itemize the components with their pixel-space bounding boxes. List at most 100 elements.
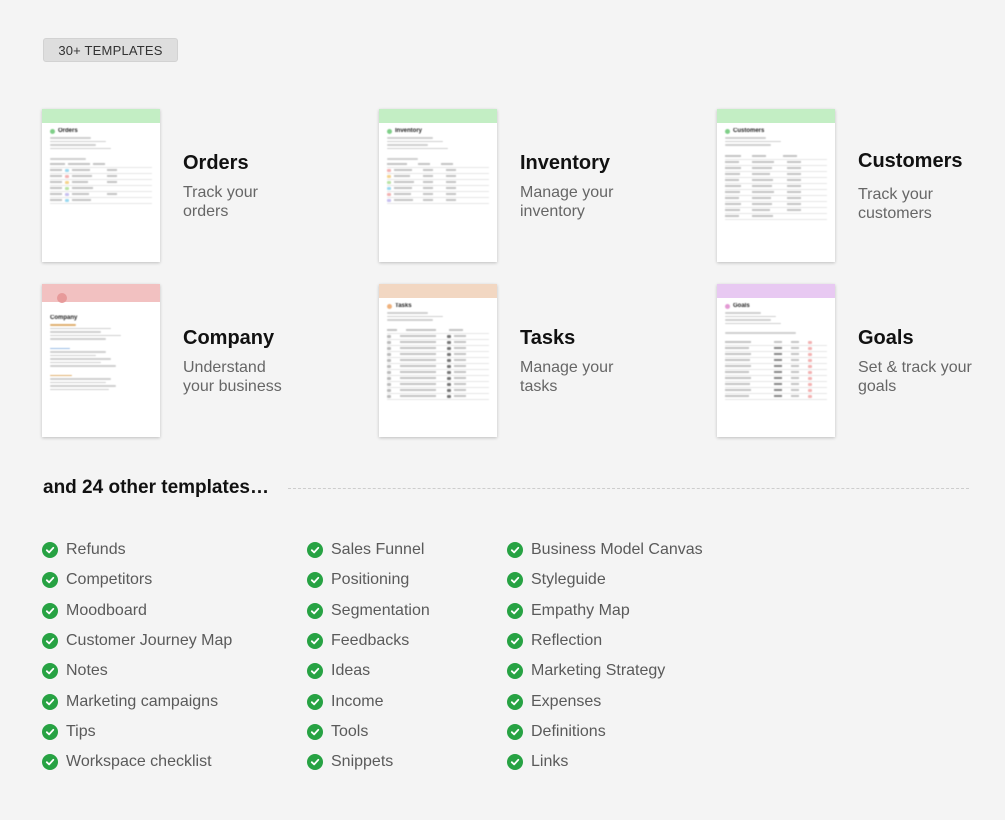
template-list-item[interactable]: Notes — [42, 656, 232, 686]
template-list-item[interactable]: Reflection — [507, 626, 703, 656]
templates-count-badge: 30+ TEMPLATES — [43, 38, 178, 62]
template-title[interactable]: Company — [183, 327, 274, 350]
template-thumbnail-customers[interactable]: Customers — [717, 109, 835, 262]
template-list-item[interactable]: Marketing campaigns — [42, 686, 232, 716]
thumbnail-title: Goals — [725, 303, 827, 309]
thumbnail-title: Inventory — [387, 128, 489, 134]
thumbnail-title-text: Goals — [733, 303, 750, 309]
template-list-item-label: Links — [531, 753, 569, 771]
template-card-goals[interactable]: Goals Goals Set & track your goals — [717, 284, 1005, 439]
template-list-item[interactable]: Customer Journey Map — [42, 626, 232, 656]
template-list-item[interactable]: Ideas — [307, 656, 430, 686]
template-list-item-label: Expenses — [531, 692, 602, 710]
template-list-item-label: Marketing campaigns — [66, 692, 219, 710]
template-title[interactable]: Tasks — [520, 327, 575, 350]
template-list-item[interactable]: Styleguide — [507, 565, 703, 595]
check-circle-icon — [307, 572, 323, 589]
thumbnail-page-icon — [50, 128, 55, 134]
template-list-item-label: Styleguide — [531, 571, 606, 589]
check-circle-icon — [42, 572, 58, 589]
check-circle-icon — [42, 723, 58, 740]
check-circle-icon — [307, 602, 323, 619]
template-card-customers[interactable]: Customers Customers Track your customers — [717, 109, 1005, 264]
check-circle-icon — [507, 572, 523, 589]
template-list-item[interactable]: Empathy Map — [507, 596, 703, 626]
template-title[interactable]: Inventory — [520, 152, 610, 175]
template-list-item[interactable]: Positioning — [307, 565, 430, 595]
template-title[interactable]: Customers — [858, 150, 962, 173]
template-thumbnail-orders[interactable]: Orders — [42, 109, 160, 262]
template-description: Track your customers — [858, 186, 933, 222]
template-thumbnail-tasks[interactable]: Tasks — [379, 284, 497, 437]
thumbnail-title: Tasks — [387, 303, 489, 309]
check-circle-icon — [42, 693, 58, 710]
template-list-item[interactable]: Segmentation — [307, 596, 430, 626]
template-list-item-label: Snippets — [331, 753, 394, 771]
thumbnail-header-bar — [717, 284, 835, 298]
template-title[interactable]: Orders — [183, 152, 249, 175]
template-list-item[interactable]: Sales Funnel — [307, 535, 430, 565]
template-list-item[interactable]: Tips — [42, 717, 232, 747]
template-list-item[interactable]: Workspace checklist — [42, 747, 232, 777]
check-circle-icon — [307, 693, 323, 710]
template-list-item[interactable]: Definitions — [507, 717, 703, 747]
template-thumbnail-company[interactable]: Company — [42, 284, 160, 437]
template-list-item[interactable]: Snippets — [307, 747, 430, 777]
check-circle-icon — [307, 633, 323, 650]
check-circle-icon — [42, 633, 58, 650]
dashed-divider — [288, 488, 969, 489]
template-list-item[interactable]: Moodboard — [42, 596, 232, 626]
check-circle-icon — [507, 663, 523, 680]
template-list-item[interactable]: Tools — [307, 717, 430, 747]
thumbnail-title-text: Company — [50, 315, 78, 321]
template-list-item-label: Moodboard — [66, 601, 147, 619]
template-list-item-label: Positioning — [331, 571, 410, 589]
template-list-column-2: Sales Funnel Positioning Segmentation Feedb… — [307, 535, 430, 777]
thumbnail-title-text: Inventory — [395, 128, 423, 134]
thumbnail-title-text: Orders — [58, 128, 78, 134]
check-circle-icon — [42, 754, 58, 771]
thumbnail-title-text: Customers — [733, 128, 765, 134]
template-thumbnail-inventory[interactable]: Inventory — [379, 109, 497, 262]
check-circle-icon — [307, 542, 323, 559]
thumbnail-title-text: Tasks — [395, 303, 412, 309]
template-list-item[interactable]: Marketing Strategy — [507, 656, 703, 686]
template-list-item-label: Segmentation — [331, 601, 430, 619]
template-list-item-label: Marketing Strategy — [531, 662, 666, 680]
template-list-column-1: Refunds Competitors Moodboard Customer Jour… — [42, 535, 232, 777]
thumbnail-page-icon — [725, 128, 730, 134]
template-list-item-label: Customer Journey Map — [66, 632, 233, 650]
other-templates-heading: and 24 other templates… — [43, 477, 269, 498]
template-list-column-3: Business Model Canvas Styleguide Empathy M… — [507, 535, 703, 777]
template-list-item[interactable]: Competitors — [42, 565, 232, 595]
check-circle-icon — [42, 602, 58, 619]
check-circle-icon — [507, 602, 523, 619]
template-list-item[interactable]: Business Model Canvas — [507, 535, 703, 565]
template-list-item[interactable]: Links — [507, 747, 703, 777]
template-list-item-label: Tools — [331, 722, 369, 740]
thumbnail-title: Customers — [725, 128, 827, 134]
template-list-item[interactable]: Income — [307, 686, 430, 716]
check-circle-icon — [507, 693, 523, 710]
template-list-item-label: Definitions — [531, 722, 606, 740]
thumbnail-header-bar — [379, 284, 497, 298]
template-description: Understand your business — [183, 359, 282, 395]
thumbnail-header-bar — [717, 109, 835, 123]
template-list-item-label: Business Model Canvas — [531, 541, 703, 559]
template-list-item-label: Competitors — [66, 571, 153, 589]
template-list-item-label: Tips — [66, 722, 96, 740]
template-list-item-label: Ideas — [331, 662, 371, 680]
template-list-item-label: Reflection — [531, 632, 603, 650]
template-list-item-label: Feedbacks — [331, 632, 410, 650]
template-list-item[interactable]: Expenses — [507, 686, 703, 716]
check-circle-icon — [507, 723, 523, 740]
template-list-item[interactable]: Feedbacks — [307, 626, 430, 656]
thumbnail-page-icon — [725, 303, 730, 309]
template-thumbnail-goals[interactable]: Goals — [717, 284, 835, 437]
check-circle-icon — [307, 754, 323, 771]
template-title[interactable]: Goals — [858, 327, 914, 350]
thumbnail-header-bar — [42, 109, 160, 123]
template-list-item[interactable]: Refunds — [42, 535, 232, 565]
thumbnail-page-icon — [387, 128, 392, 134]
check-circle-icon — [507, 633, 523, 650]
